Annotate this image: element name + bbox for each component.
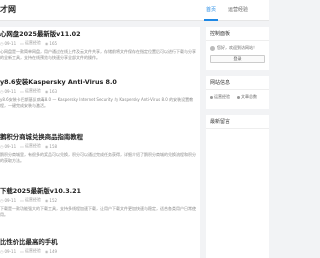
widget-title: 最新留言 bbox=[206, 115, 269, 129]
folder-icon: ▭ bbox=[20, 143, 24, 149]
post-category[interactable]: 运营经验 bbox=[25, 40, 41, 46]
top-bar: 才网 首页 运营经验 bbox=[0, 0, 269, 21]
post-meta: ◷ 09-11 ▭ 运营经验 ◉ 152 bbox=[0, 197, 200, 203]
post-views: 163 bbox=[49, 88, 58, 94]
post-item: 下载2025最新版v10.3.21 ◷ 09-11 ▭ 运营经验 ◉ 152 下载是一… bbox=[0, 186, 200, 218]
nav-home[interactable]: 首页 bbox=[200, 0, 222, 21]
post-excerpt: 心网盘是一款简单网盘，用户通过在线上传及云文件共享，存储前将文件保存在指定位置后… bbox=[0, 49, 196, 60]
post-meta: ◷ 09-11 ▭ 运营经验 ◉ 158 bbox=[0, 143, 200, 149]
clock-icon: ◷ bbox=[0, 40, 4, 46]
control-panel-widget: 控制面板 您好，欢迎到访网站！ 登录 bbox=[206, 27, 269, 70]
post-date: 09-11 bbox=[4, 40, 17, 46]
post-meta: ◷ 09-11 ▭ 运营经验 ◉ 163 bbox=[0, 88, 200, 94]
post-views: 152 bbox=[49, 197, 58, 203]
post-item: 比性价比最高的手机 ◷ 09-11 ▭ 运营经验 ◉ 149 bbox=[0, 237, 200, 254]
folder-icon: ▭ bbox=[20, 88, 24, 94]
post-category[interactable]: 运营经验 bbox=[25, 197, 41, 203]
clock-icon: ◷ bbox=[0, 248, 4, 254]
clock-icon: ◷ bbox=[0, 143, 4, 149]
post-category[interactable]: 运营经验 bbox=[25, 248, 41, 254]
post-excerpt: 鹅积分商城里，有很多的奖品可以兑换，积分可以通过完成任务获得，详细介绍了鹅积分商… bbox=[0, 152, 196, 163]
widget-title: 网站信息 bbox=[206, 76, 269, 90]
post-list: 心网盘2025最新版v11.02 ◷ 09-11 ▭ 运营经验 ◉ 165 心网盘是一… bbox=[0, 27, 200, 258]
post-meta: ◷ 09-11 ▭ 运营经验 ◉ 149 bbox=[0, 248, 200, 254]
eye-icon: ◉ bbox=[44, 248, 49, 254]
nav-operations[interactable]: 运营经验 bbox=[222, 0, 254, 21]
site-name[interactable]: 才网 bbox=[0, 4, 16, 15]
latest-comments-widget: 最新留言 bbox=[206, 115, 269, 258]
bullet-icon bbox=[237, 95, 240, 99]
folder-icon: ▭ bbox=[20, 40, 24, 46]
post-views: 165 bbox=[49, 40, 58, 46]
post-views: 149 bbox=[49, 248, 58, 254]
post-views: 158 bbox=[49, 143, 58, 149]
post-category[interactable]: 运营经验 bbox=[25, 143, 41, 149]
post-item: 心网盘2025最新版v11.02 ◷ 09-11 ▭ 运营经验 ◉ 165 心网盘是一… bbox=[0, 29, 200, 61]
eye-icon: ◉ bbox=[44, 197, 49, 203]
login-button[interactable]: 登录 bbox=[210, 55, 265, 63]
greeting-text: 您好，欢迎到访网站！ bbox=[217, 45, 257, 50]
folder-icon: ▭ bbox=[20, 248, 24, 254]
eye-icon: ◉ bbox=[44, 40, 49, 46]
stat-label: 运营经验 bbox=[214, 94, 230, 99]
bullet-icon bbox=[210, 95, 213, 99]
folder-icon: ▭ bbox=[20, 197, 24, 203]
post-item: y8.6安装Kaspersky Anti-Virus 8.0 ◷ 09-11 ▭ 运… bbox=[0, 77, 200, 109]
post-date: 09-11 bbox=[4, 143, 17, 149]
widget-title: 控制面板 bbox=[206, 27, 269, 41]
post-title[interactable]: 比性价比最高的手机 bbox=[0, 237, 200, 246]
stat-label: 文章总数 bbox=[241, 94, 257, 99]
eye-icon: ◉ bbox=[44, 143, 49, 149]
post-date: 09-11 bbox=[4, 197, 17, 203]
post-title[interactable]: 心网盘2025最新版v11.02 bbox=[0, 29, 200, 38]
post-item: 鹅积分商城兑换商品指南教程 ◷ 09-11 ▭ 运营经验 ◉ 158 鹅积分商城里，有… bbox=[0, 132, 200, 164]
post-date: 09-11 bbox=[4, 248, 17, 254]
post-title[interactable]: 鹅积分商城兑换商品指南教程 bbox=[0, 132, 200, 141]
post-excerpt: y8.6安装卡巴斯基反病毒8.0 — Kaspersky Internet Se… bbox=[0, 97, 194, 108]
post-date: 09-11 bbox=[4, 88, 17, 94]
post-excerpt: 下载是一款功能强大的下载工具，支持多线程加速下载，让用户下载文件更加快速与稳定，… bbox=[0, 206, 196, 217]
post-category[interactable]: 运营经验 bbox=[25, 88, 41, 94]
main-nav: 首页 运营经验 bbox=[200, 0, 254, 21]
clock-icon: ◷ bbox=[0, 197, 4, 203]
clock-icon: ◷ bbox=[0, 88, 4, 94]
post-meta: ◷ 09-11 ▭ 运营经验 ◉ 165 bbox=[0, 40, 200, 46]
site-info-widget: 网站信息 运营经验 文章总数 bbox=[206, 76, 269, 109]
post-title[interactable]: y8.6安装Kaspersky Anti-Virus 8.0 bbox=[0, 77, 200, 86]
user-icon bbox=[210, 45, 215, 51]
eye-icon: ◉ bbox=[44, 88, 49, 94]
post-title[interactable]: 下载2025最新版v10.3.21 bbox=[0, 186, 200, 195]
